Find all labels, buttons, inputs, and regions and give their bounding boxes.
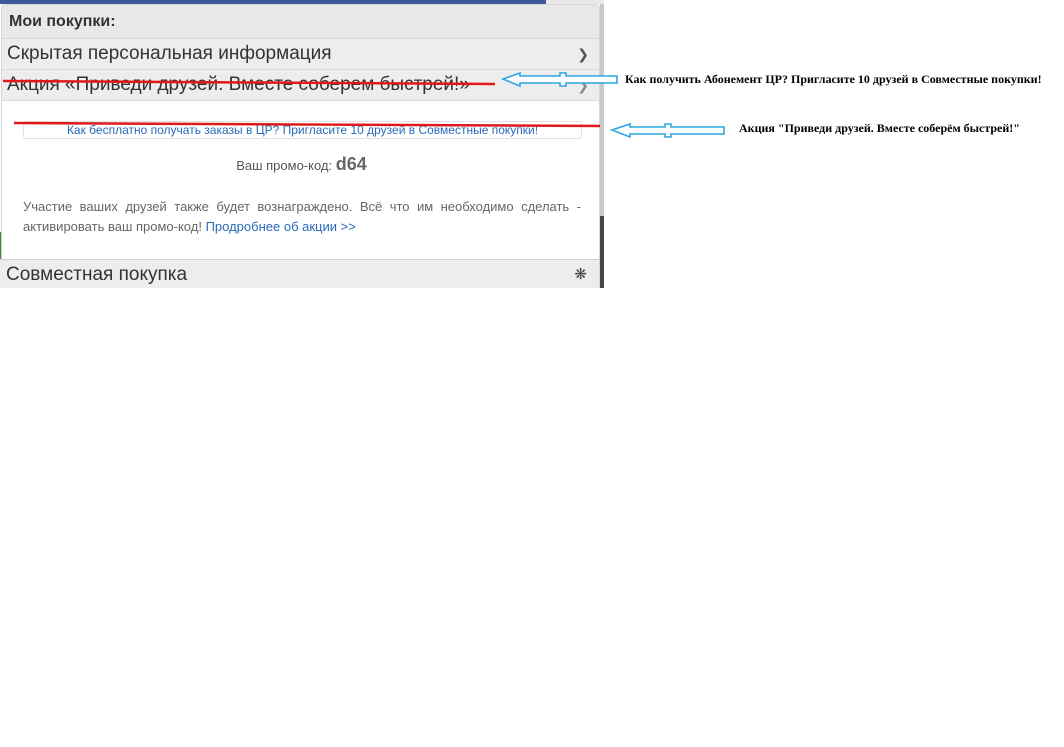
promo-code-line: Ваш промо-код: d64 [2,154,599,175]
accordion-promo-action[interactable]: Акция «Приведи друзей. Вместе соберем бы… [2,70,599,101]
promo-code-value: d64 [335,154,367,174]
accordion-promo-action-label: Акция «Приведи друзей. Вместе соберем бы… [7,74,470,95]
details-link[interactable]: Продробнее об акции >> [206,219,356,234]
screenshot-region: Мои покупки: Скрытая персональная информ… [0,0,604,288]
accordion-joint-purchase[interactable]: Совместная покупка ❋ [0,259,599,288]
my-purchases-panel: Мои покупки: Скрытая персональная информ… [1,4,600,288]
accordion-joint-purchase-label: Совместная покупка [6,264,188,285]
accordion-promo-body: Как бесплатно получать заказы в ЦР? Приг… [2,101,599,266]
accordion-hidden-info[interactable]: Скрытая персональная информация ❯ [2,39,599,70]
page-background-right [600,4,604,288]
annotation-note-2: Акция "Приведи друзей. Вместе соберём бы… [739,121,1020,135]
panel-title: Мои покупки: [2,5,599,39]
promo-code-label: Ваш промо-код: [236,158,333,173]
annotation-note-1: Как получить Абонемент ЦР? Пригласите 10… [625,72,1042,86]
accordion-hidden-info-label: Скрытая персональная информация [7,43,332,64]
chevron-down-icon[interactable]: ❯ [577,39,589,69]
promo-description: Участие ваших друзей также будет вознагр… [23,197,581,237]
chevron-down-icon[interactable]: ❯ [577,70,589,100]
arrow-left-icon [609,122,725,139]
promo-link[interactable]: Как бесплатно получать заказы в ЦР? Приг… [23,121,582,139]
asterisk-icon: ❋ [574,266,587,283]
